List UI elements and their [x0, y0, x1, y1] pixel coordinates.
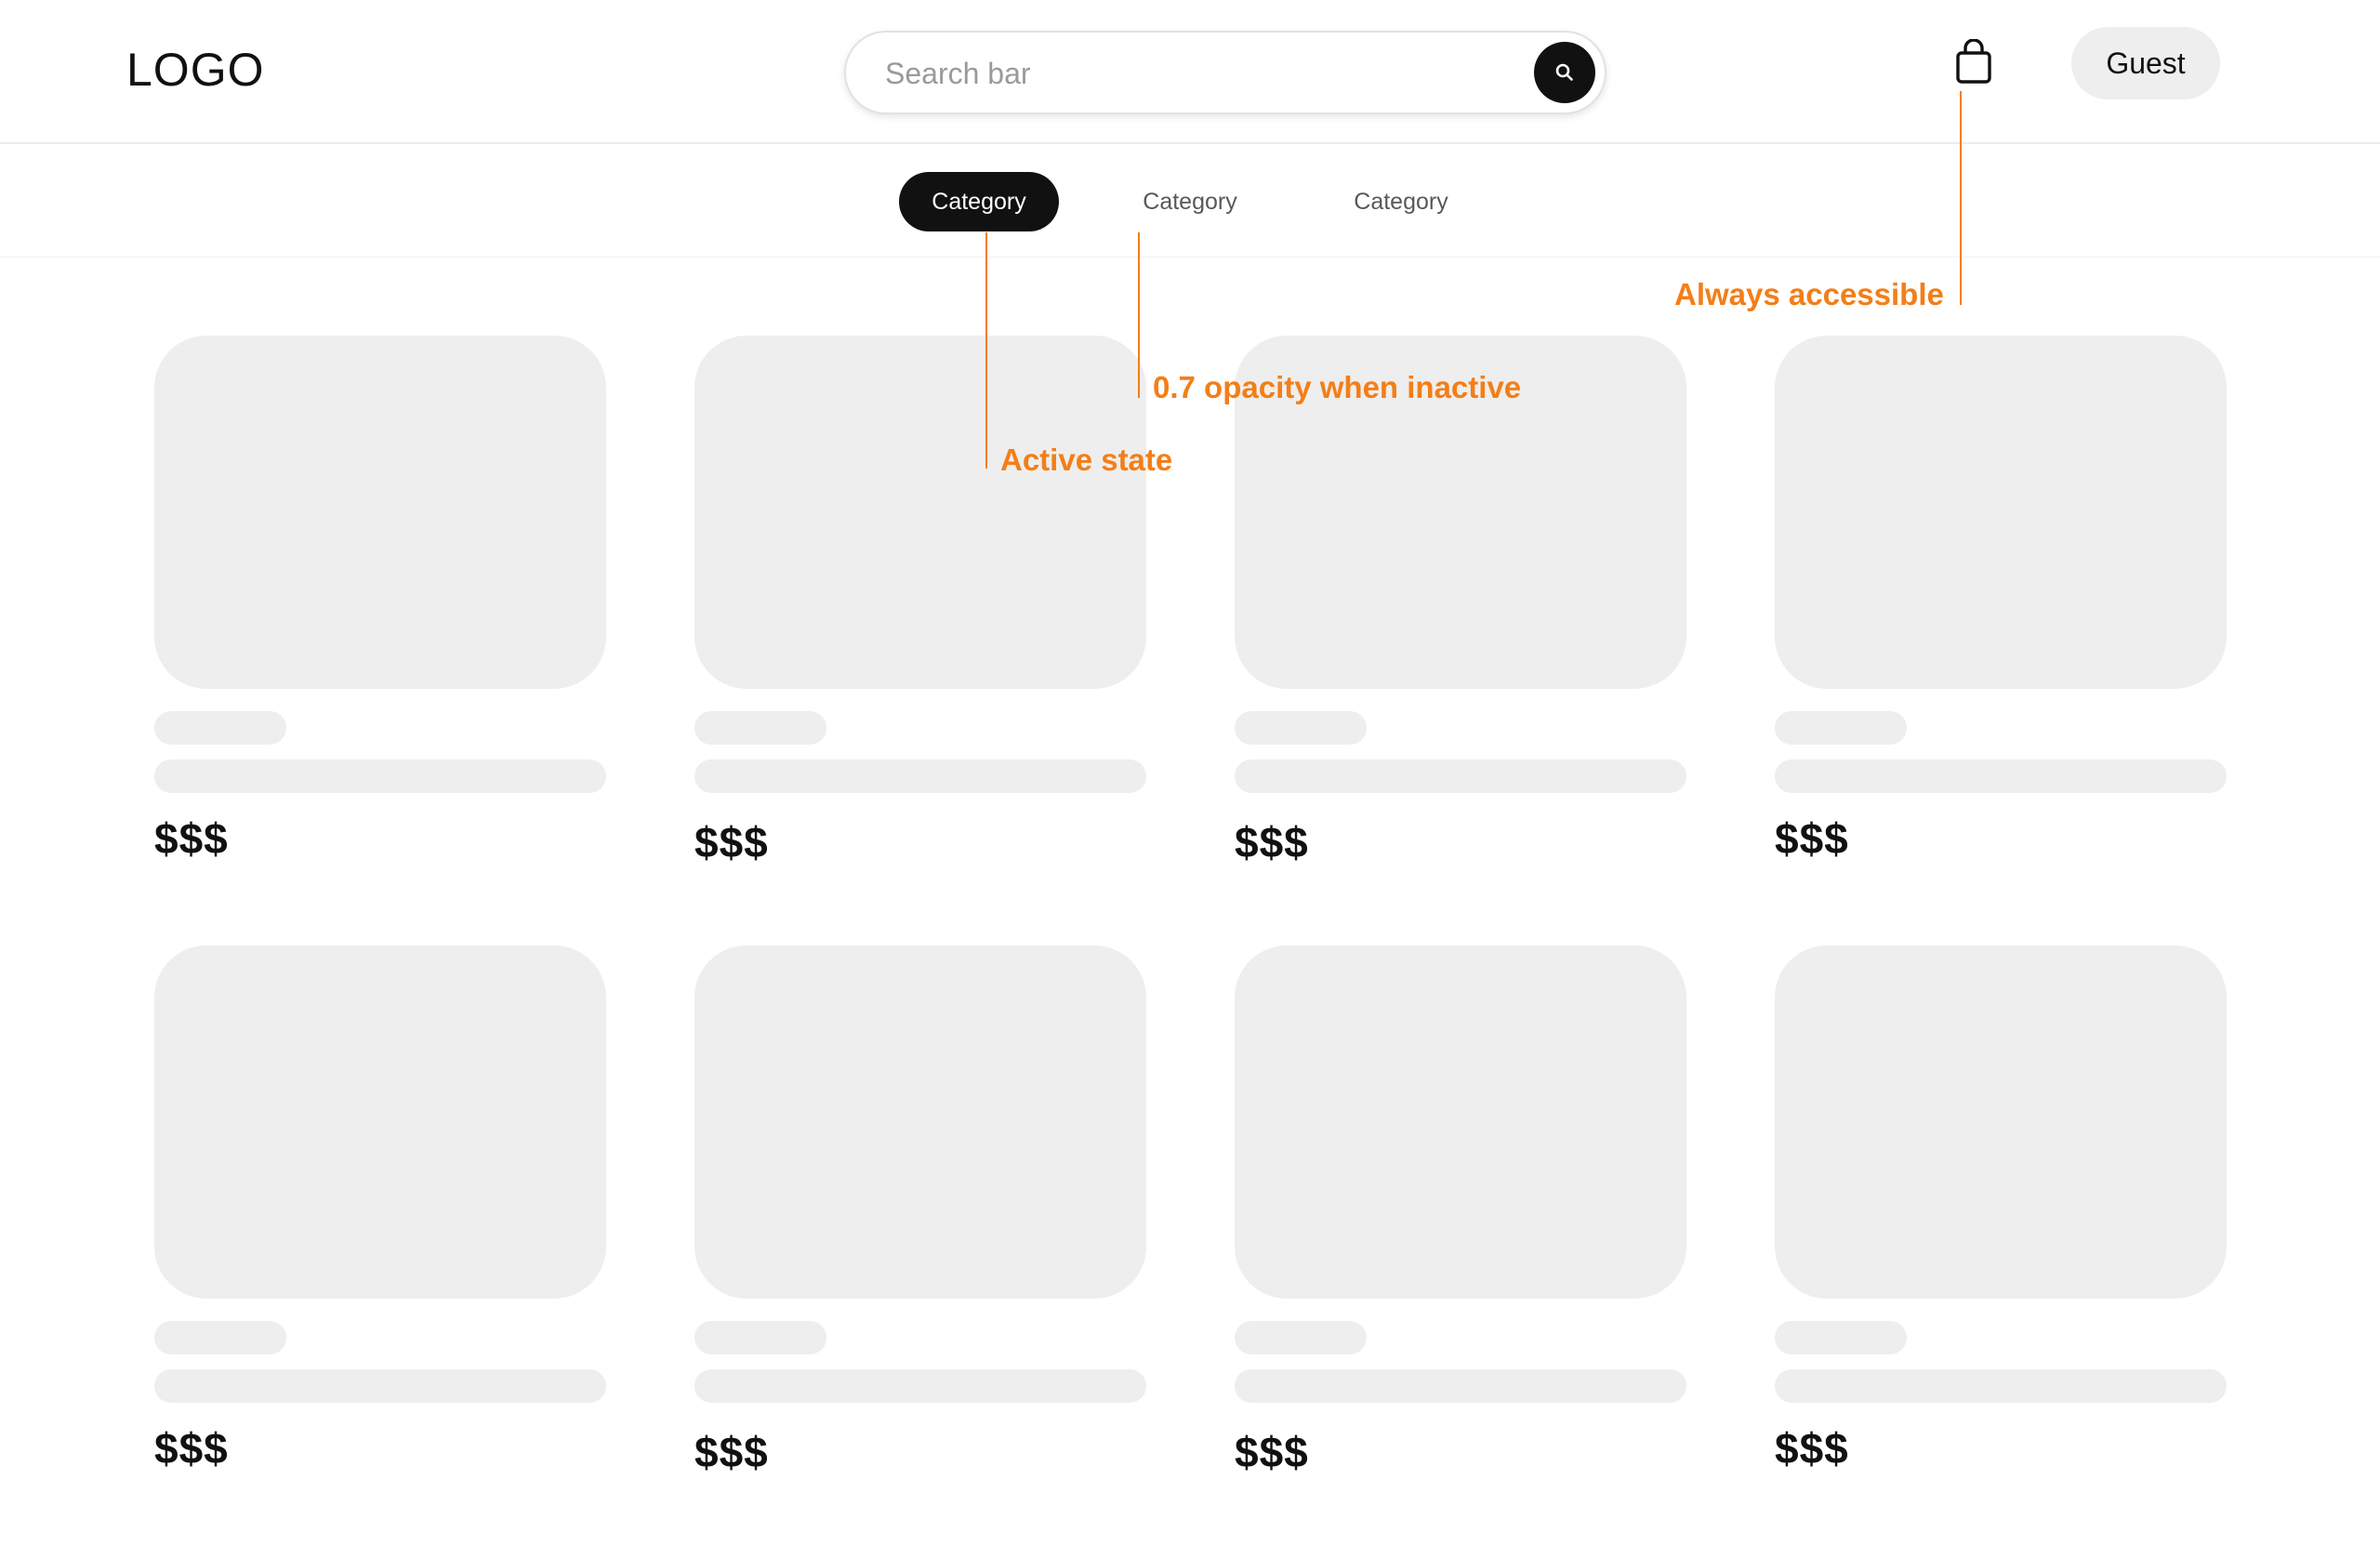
product-image-placeholder — [154, 945, 606, 1299]
product-price: $$$ — [154, 814, 229, 863]
product-name-placeholder — [1235, 1321, 1367, 1354]
annotation-active-state: Active state — [1000, 442, 1173, 477]
product-image-placeholder — [694, 336, 1146, 689]
category-tab-active[interactable]: Category — [899, 172, 1059, 231]
product-price: $$$ — [694, 1428, 769, 1476]
product-description-placeholder — [1775, 1369, 2227, 1403]
product-price: $$$ — [1775, 1424, 1849, 1472]
product-name-placeholder — [1235, 711, 1367, 745]
search-input[interactable] — [883, 49, 1482, 98]
product-image-placeholder — [154, 336, 606, 689]
annotation-inactive-opacity: 0.7 opacity when inactive — [1153, 370, 1522, 404]
product-image-placeholder — [694, 945, 1146, 1299]
product-description-placeholder — [1235, 759, 1686, 793]
product-image-placeholder — [1775, 945, 2227, 1299]
product-description-placeholder — [154, 1369, 606, 1403]
product-name-placeholder — [1775, 711, 1907, 745]
product-name-placeholder — [154, 1321, 286, 1354]
product-image-placeholder — [1235, 945, 1686, 1299]
category-bar: Category Category Category — [0, 144, 2380, 258]
product-price: $$$ — [1775, 814, 1849, 863]
category-tab-inactive[interactable]: Category — [1116, 172, 1264, 231]
product-description-placeholder — [154, 759, 606, 793]
product-name-placeholder — [694, 711, 826, 745]
logo[interactable]: LOGO — [126, 46, 264, 93]
product-name-placeholder — [1775, 1321, 1907, 1354]
product-image-placeholder — [1775, 336, 2227, 689]
annotation-line-cart — [1960, 91, 1962, 305]
product-name-placeholder — [694, 1321, 826, 1354]
product-description-placeholder — [1775, 759, 2227, 793]
guest-account-button[interactable]: Guest — [2071, 27, 2220, 99]
product-description-placeholder — [694, 759, 1146, 793]
annotation-always-accessible: Always accessible — [1674, 277, 1944, 311]
annotation-line-active — [985, 232, 987, 469]
product-description-placeholder — [694, 1369, 1146, 1403]
product-description-placeholder — [1235, 1369, 1686, 1403]
annotation-line-inactive — [1138, 232, 1140, 398]
shopping-bag-icon — [1956, 38, 1991, 84]
product-price: $$$ — [1235, 818, 1309, 866]
search-button[interactable] — [1534, 42, 1595, 103]
search-icon — [1555, 63, 1573, 81]
product-price: $$$ — [154, 1424, 229, 1472]
cart-button[interactable] — [1952, 38, 1995, 86]
top-header: LOGO Guest — [0, 0, 2380, 144]
search-bar[interactable] — [844, 31, 1606, 114]
product-price: $$$ — [1235, 1428, 1309, 1476]
category-tab-inactive[interactable]: Category — [1327, 172, 1475, 231]
product-price: $$$ — [694, 818, 769, 866]
product-name-placeholder — [154, 711, 286, 745]
